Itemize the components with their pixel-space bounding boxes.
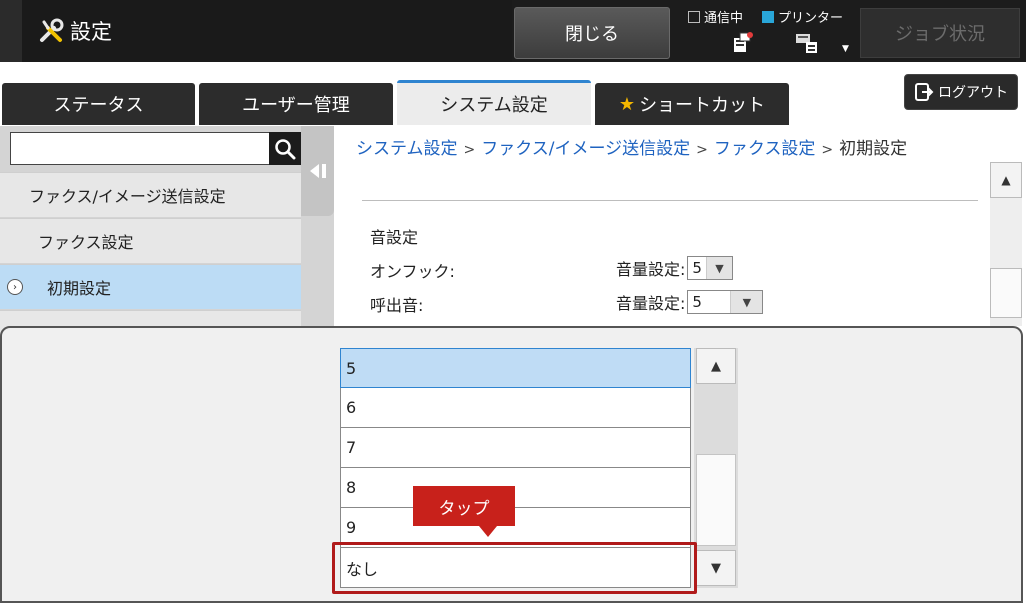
main-content: システム設定 > ファクス/イメージ送信設定 > ファクス設定 > 初期設定 音設定 オンフ… bbox=[334, 126, 1026, 326]
breadcrumb-separator: > bbox=[821, 142, 834, 158]
logout-label: ログアウト bbox=[938, 85, 1008, 101]
ringer-volume-label: 音量設定: bbox=[616, 294, 686, 313]
tab-system-settings[interactable]: システム設定 bbox=[397, 80, 591, 125]
comm-status: 通信中 bbox=[688, 7, 743, 26]
chevron-right-icon: › bbox=[7, 279, 23, 295]
search-icon bbox=[275, 138, 296, 159]
ringer-label: 呼出音: bbox=[370, 296, 424, 315]
tab-status[interactable]: ステータス bbox=[2, 83, 195, 125]
ringer-volume: 音量設定: 5 ▼ bbox=[616, 290, 764, 314]
sidebar-item-label: ファクス設定 bbox=[38, 233, 134, 252]
printer-status-indicator bbox=[762, 10, 774, 23]
onhook-label: オンフック: bbox=[370, 262, 455, 281]
breadcrumb-link-fax-image-send[interactable]: ファクス/イメージ送信設定 bbox=[481, 139, 690, 159]
top-bar-edge bbox=[0, 0, 22, 62]
dropdown-option[interactable]: 8 bbox=[340, 468, 691, 508]
arrow-down-icon: ▼ bbox=[711, 560, 721, 576]
search-button[interactable] bbox=[269, 132, 301, 165]
tab-user-management[interactable]: ユーザー管理 bbox=[199, 83, 393, 125]
sidebar-item-fax-image-send[interactable]: ファクス/イメージ送信設定 bbox=[0, 172, 301, 217]
chevron-down-icon: ▼ bbox=[705, 257, 732, 279]
close-button[interactable]: 閉じる bbox=[514, 7, 670, 59]
scroll-up-button[interactable]: ▲ bbox=[990, 162, 1022, 198]
onhook-volume-label: 音量設定: bbox=[616, 260, 686, 279]
status-dropdown-icon[interactable]: ▼ bbox=[842, 44, 849, 54]
onhook-volume-select[interactable]: 5 ▼ bbox=[687, 256, 733, 280]
dropdown-option[interactable]: 5 bbox=[340, 348, 691, 388]
ringer-volume-value: 5 bbox=[692, 293, 702, 311]
star-icon: ★ bbox=[618, 93, 636, 115]
printer-status-label: プリンター bbox=[778, 11, 844, 26]
section-title: 音設定 bbox=[370, 228, 419, 247]
ringer-volume-select[interactable]: 5 ▼ bbox=[687, 290, 764, 314]
dropdown-option[interactable]: 7 bbox=[340, 428, 691, 468]
comm-status-indicator bbox=[688, 10, 700, 23]
logout-button[interactable]: ログアウト bbox=[904, 74, 1018, 110]
divider bbox=[362, 200, 978, 201]
tap-callout: タップ bbox=[413, 486, 515, 526]
status-area: 通信中 プリンター ▼ bbox=[676, 0, 858, 62]
logout-icon bbox=[915, 83, 934, 101]
job-status-button[interactable]: ジョブ状況 bbox=[860, 8, 1020, 58]
sidebar-item-initial-settings[interactable]: › 初期設定 bbox=[0, 264, 301, 309]
title-area: 設定 bbox=[22, 0, 512, 62]
arrow-up-icon: ▲ bbox=[711, 358, 721, 374]
tools-icon bbox=[40, 18, 64, 42]
scroll-thumb[interactable] bbox=[990, 268, 1022, 318]
breadcrumb-current: 初期設定 bbox=[839, 139, 908, 159]
onhook-volume: 音量設定: 5 ▼ bbox=[616, 256, 733, 280]
dropdown-scroll-thumb[interactable] bbox=[696, 454, 736, 546]
sidebar-item-label: 初期設定 bbox=[47, 279, 112, 298]
tab-shortcut[interactable]: ★ ショートカット bbox=[595, 83, 789, 125]
search-input[interactable] bbox=[10, 132, 270, 165]
tab-bar: ステータス ユーザー管理 システム設定 ★ ショートカット bbox=[0, 80, 1026, 125]
fax-job-icon[interactable] bbox=[730, 30, 754, 54]
printer-job-icon[interactable] bbox=[794, 30, 820, 54]
top-bar: 設定 閉じる 通信中 プリンター ▼ ジョブ状況 bbox=[0, 0, 1026, 62]
collapse-sidebar-button[interactable] bbox=[301, 126, 334, 216]
dropdown-scroll-up-button[interactable]: ▲ bbox=[696, 348, 736, 384]
breadcrumb-link-fax-settings[interactable]: ファクス設定 bbox=[714, 139, 816, 159]
tap-highlight bbox=[332, 542, 697, 594]
comm-status-label: 通信中 bbox=[704, 11, 744, 26]
arrow-up-icon: ▲ bbox=[1001, 173, 1011, 187]
dropdown-option[interactable]: 6 bbox=[340, 388, 691, 428]
breadcrumb-link-system-settings[interactable]: システム設定 bbox=[356, 139, 458, 159]
breadcrumb-separator: > bbox=[696, 142, 708, 158]
sidebar-item-fax-settings[interactable]: ファクス設定 bbox=[0, 218, 301, 263]
dropdown-panel: 5 6 7 8 9 なし ▲ ▼ タップ bbox=[0, 326, 1023, 603]
sidebar: ファクス/イメージ送信設定 ファクス設定 › 初期設定 送信設定 bbox=[0, 126, 334, 355]
dropdown-scroll-down-button[interactable]: ▼ bbox=[696, 550, 736, 586]
collapse-left-icon bbox=[309, 164, 326, 178]
chevron-down-icon: ▼ bbox=[730, 291, 763, 313]
tap-callout-pointer bbox=[479, 526, 497, 537]
sidebar-item-label: ファクス/イメージ送信設定 bbox=[29, 187, 226, 206]
page-title: 設定 bbox=[70, 20, 112, 44]
onhook-volume-value: 5 bbox=[692, 259, 702, 277]
breadcrumb: システム設定 > ファクス/イメージ送信設定 > ファクス設定 > 初期設定 bbox=[356, 134, 907, 159]
printer-status: プリンター bbox=[762, 7, 843, 26]
breadcrumb-separator: > bbox=[463, 142, 476, 158]
tab-shortcut-label: ショートカット bbox=[639, 95, 766, 116]
